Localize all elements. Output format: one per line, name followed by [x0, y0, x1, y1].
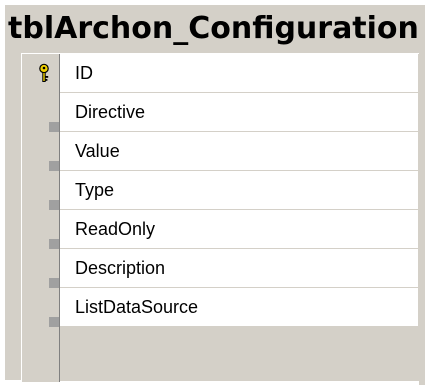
field-row[interactable]: ListDataSource	[22, 288, 420, 327]
field-cell[interactable]: ListDataSource	[60, 288, 418, 327]
row-indicator	[49, 239, 59, 249]
field-name-listdatasource: ListDataSource	[75, 297, 199, 317]
key-icon	[39, 63, 49, 82]
row-indicator	[49, 317, 59, 327]
row-selector[interactable]	[22, 54, 60, 93]
field-cell[interactable]: Description	[60, 249, 418, 288]
row-selector[interactable]	[22, 210, 60, 249]
field-cell[interactable]: Directive	[60, 93, 418, 132]
field-name-directive: Directive	[75, 102, 146, 122]
row-indicator	[49, 161, 59, 171]
field-cell[interactable]: ReadOnly	[60, 210, 418, 249]
field-name-readonly: ReadOnly	[75, 219, 156, 239]
field-cell[interactable]: Type	[60, 171, 418, 210]
row-selector[interactable]	[22, 288, 60, 327]
field-row[interactable]: ReadOnly	[22, 210, 420, 249]
field-name-value: Value	[75, 141, 120, 161]
table-title[interactable]: tblArchon_Configuration	[5, 5, 425, 53]
field-row[interactable]: Type	[22, 171, 420, 210]
row-selector[interactable]	[22, 249, 60, 288]
row-selector[interactable]	[22, 171, 60, 210]
field-cell[interactable]: Value	[60, 132, 418, 171]
field-row[interactable]: Value	[22, 132, 420, 171]
field-cell[interactable]: ID	[60, 54, 418, 93]
field-row[interactable]: Description	[22, 249, 420, 288]
row-indicator	[49, 200, 59, 210]
row-selector[interactable]	[22, 93, 60, 132]
empty-row[interactable]	[22, 327, 420, 382]
row-indicator	[49, 278, 59, 288]
field-name-type: Type	[75, 180, 115, 200]
field-name-description: Description	[75, 258, 166, 278]
field-row[interactable]: Directive	[22, 93, 420, 132]
scrollbar-edge	[419, 53, 425, 385]
field-list: ID Directive Value Type ReadOnly Descrip…	[21, 53, 420, 382]
row-selector[interactable]	[22, 132, 60, 171]
field-row[interactable]: ID	[22, 54, 420, 93]
row-selector[interactable]	[22, 327, 60, 382]
field-name-id: ID	[75, 63, 93, 83]
table-box[interactable]: tblArchon_Configuration ID Directive Val…	[5, 5, 425, 385]
row-indicator	[49, 122, 59, 132]
